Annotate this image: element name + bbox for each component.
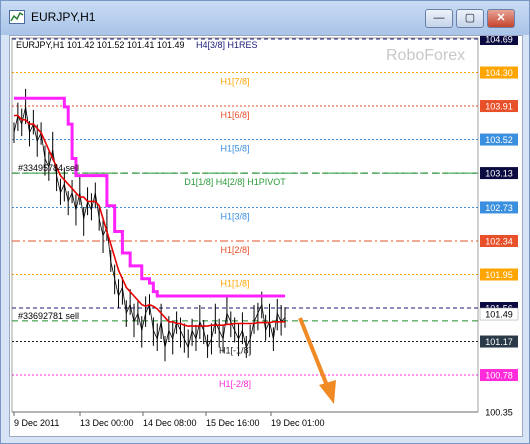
- chart-window: EURJPY,H1 — ▢ ✕ 104.69 104.30 103.91 103.52…: [0, 0, 530, 444]
- forecast-arrow-head: [319, 380, 336, 404]
- upper-band-line: [14, 96, 285, 298]
- title-bar[interactable]: EURJPY,H1 — ▢ ✕: [1, 1, 529, 35]
- price-box-value: 104.69: [485, 36, 513, 45]
- time-tick-label: 19 Dec 01:00: [271, 418, 325, 428]
- watermark-logo: RoboForex: [386, 47, 465, 64]
- close-button[interactable]: ✕: [487, 9, 515, 28]
- plot-border: [11, 37, 479, 413]
- current-price-value: 101.49: [485, 310, 513, 320]
- level-label: H1[1/8]: [220, 278, 249, 288]
- price-box-value: 102.73: [485, 203, 513, 213]
- price-box-value: 100.78: [485, 371, 513, 381]
- time-tick-label: 15 Dec 16:00: [206, 418, 260, 428]
- price-box-value: 101.17: [485, 337, 513, 347]
- time-tick-label: 9 Dec 2011: [14, 418, 59, 428]
- level-label: H1[-1/8]: [219, 346, 251, 356]
- level-label: H1[3/8]: [220, 211, 249, 221]
- price-chart[interactable]: 104.69 104.30 103.91 103.52 103.13 102.73 102.…: [10, 33, 522, 436]
- symbol-info: EURJPY,H1 101.42 101.52 101.41 101.49: [16, 40, 184, 50]
- window-title: EURJPY,H1: [31, 10, 96, 24]
- order-label: #33692781 sell: [18, 311, 79, 321]
- forecast-arrow: [298, 317, 330, 389]
- axis-tick-label: 100.35: [485, 408, 513, 418]
- price-box-value: 103.13: [485, 169, 513, 179]
- top-level-label: H4[3/8] H1RES: [196, 40, 258, 50]
- time-tick-label: 13 Dec 00:00: [80, 418, 134, 428]
- price-box-value: 103.91: [485, 102, 513, 112]
- price-box-value: 102.34: [485, 236, 513, 246]
- level-label: H1[5/8]: [220, 144, 249, 154]
- level-label: H1[7/8]: [220, 77, 249, 87]
- order-label: #33495784 sell: [18, 163, 79, 173]
- time-tick-label: 14 Dec 08:00: [143, 418, 197, 428]
- level-label: D1[1/8] H4[2/8] H1PIVOT: [184, 177, 286, 187]
- maximize-button[interactable]: ▢: [456, 9, 484, 28]
- level-label: H1[2/8]: [220, 245, 249, 255]
- price-box-value: 101.95: [485, 270, 513, 280]
- price-box-value: 103.52: [485, 135, 513, 145]
- level-label: H1[-2/8]: [219, 379, 251, 389]
- minimize-button[interactable]: —: [425, 9, 453, 28]
- chart-area[interactable]: 104.69 104.30 103.91 103.52 103.13 102.73 102.…: [9, 33, 523, 437]
- level-label: H1[6/8]: [220, 110, 249, 120]
- chart-icon: [9, 10, 25, 24]
- price-box-value: 104.30: [485, 68, 513, 78]
